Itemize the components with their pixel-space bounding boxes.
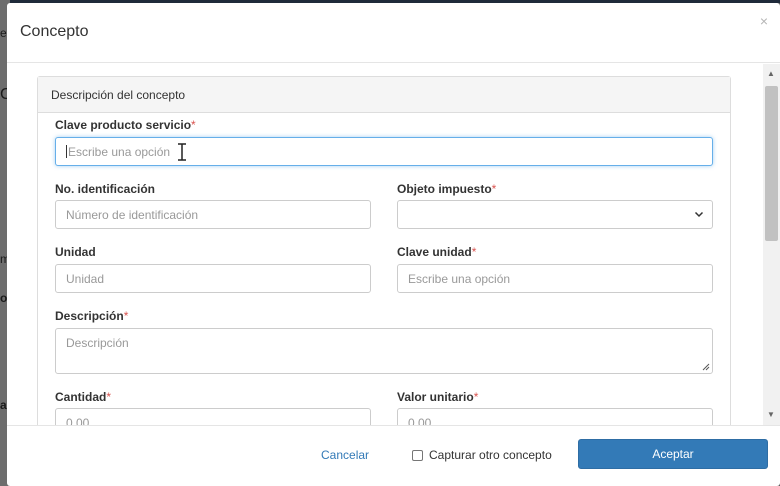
label-text: Clave producto servicio <box>55 118 192 132</box>
objeto-impuesto-label: Objeto impuesto* <box>397 182 496 196</box>
descripcion-label: Descripción* <box>55 309 128 323</box>
backdrop-text: e <box>0 26 7 40</box>
close-icon[interactable]: × <box>760 14 768 28</box>
label-text: Objeto impuesto <box>397 182 492 196</box>
clave-producto-placeholder: Escribe una opción <box>68 145 171 159</box>
no-identificacion-placeholder: Número de identificación <box>66 208 199 222</box>
label-text: Valor unitario <box>397 390 474 404</box>
clave-unidad-label: Clave unidad* <box>397 245 476 259</box>
text-caret <box>66 145 67 158</box>
clave-producto-input[interactable]: Escribe una opción <box>55 137 713 166</box>
required-mark: * <box>191 118 196 132</box>
descripcion-textarea[interactable]: Descripción <box>55 328 713 374</box>
unidad-label: Unidad <box>55 245 96 259</box>
concepto-modal: Concepto × Descripción del concepto Clav… <box>7 3 780 486</box>
accept-button[interactable]: Aceptar <box>578 439 768 469</box>
cantidad-input[interactable]: 0.00 <box>55 408 371 425</box>
label-text: Clave unidad <box>397 245 472 259</box>
clave-unidad-input[interactable]: Escribe una opción <box>397 264 713 293</box>
label-text: No. identificación <box>55 182 156 196</box>
cantidad-label: Cantidad* <box>55 390 111 404</box>
clave-producto-label: Clave producto servicio* <box>55 118 196 132</box>
valor-unitario-label: Valor unitario* <box>397 390 478 404</box>
modal-body: Descripción del concepto Clave producto … <box>7 64 780 425</box>
backdrop-text: a <box>0 398 7 412</box>
unidad-placeholder: Unidad <box>66 272 105 286</box>
no-identificacion-label: No. identificación <box>55 182 155 196</box>
label-text: Descripción <box>55 309 124 323</box>
required-mark: * <box>106 390 112 404</box>
valor-unitario-input[interactable]: 0.00 <box>397 408 713 425</box>
resize-handle-icon[interactable] <box>702 363 710 371</box>
unidad-input[interactable]: Unidad <box>55 264 371 293</box>
text-cursor-icon <box>178 143 186 161</box>
scroll-up-icon[interactable]: ▲ <box>767 70 775 78</box>
required-mark: * <box>123 309 129 323</box>
modal-footer: Cancelar Capturar otro concepto Aceptar <box>7 425 780 486</box>
capturar-otro-label[interactable]: Capturar otro concepto <box>429 448 552 462</box>
scrollbar-thumb[interactable] <box>765 86 778 241</box>
chevron-down-icon <box>694 211 704 218</box>
scroll-down-icon[interactable]: ▼ <box>767 411 775 419</box>
cancel-button[interactable]: Cancelar <box>321 448 369 462</box>
concept-panel: Descripción del concepto Clave producto … <box>37 76 731 425</box>
capturar-otro-checkbox[interactable] <box>412 450 423 461</box>
descripcion-placeholder: Descripción <box>66 336 129 350</box>
label-text: Unidad <box>55 245 96 259</box>
objeto-impuesto-select[interactable] <box>397 200 713 229</box>
modal-title: Concepto <box>20 23 89 40</box>
panel-heading: Descripción del concepto <box>38 77 730 113</box>
cantidad-placeholder: 0.00 <box>66 416 90 425</box>
required-mark: * <box>491 182 497 196</box>
modal-header: Concepto × <box>7 3 780 63</box>
required-mark: * <box>471 245 477 259</box>
required-mark: * <box>473 390 479 404</box>
no-identificacion-input[interactable]: Número de identificación <box>55 200 371 229</box>
label-text: Cantidad <box>55 390 107 404</box>
valor-unitario-placeholder: 0.00 <box>408 416 432 425</box>
vertical-scrollbar[interactable]: ▲ ▼ <box>763 64 780 425</box>
clave-unidad-placeholder: Escribe una opción <box>408 272 511 286</box>
